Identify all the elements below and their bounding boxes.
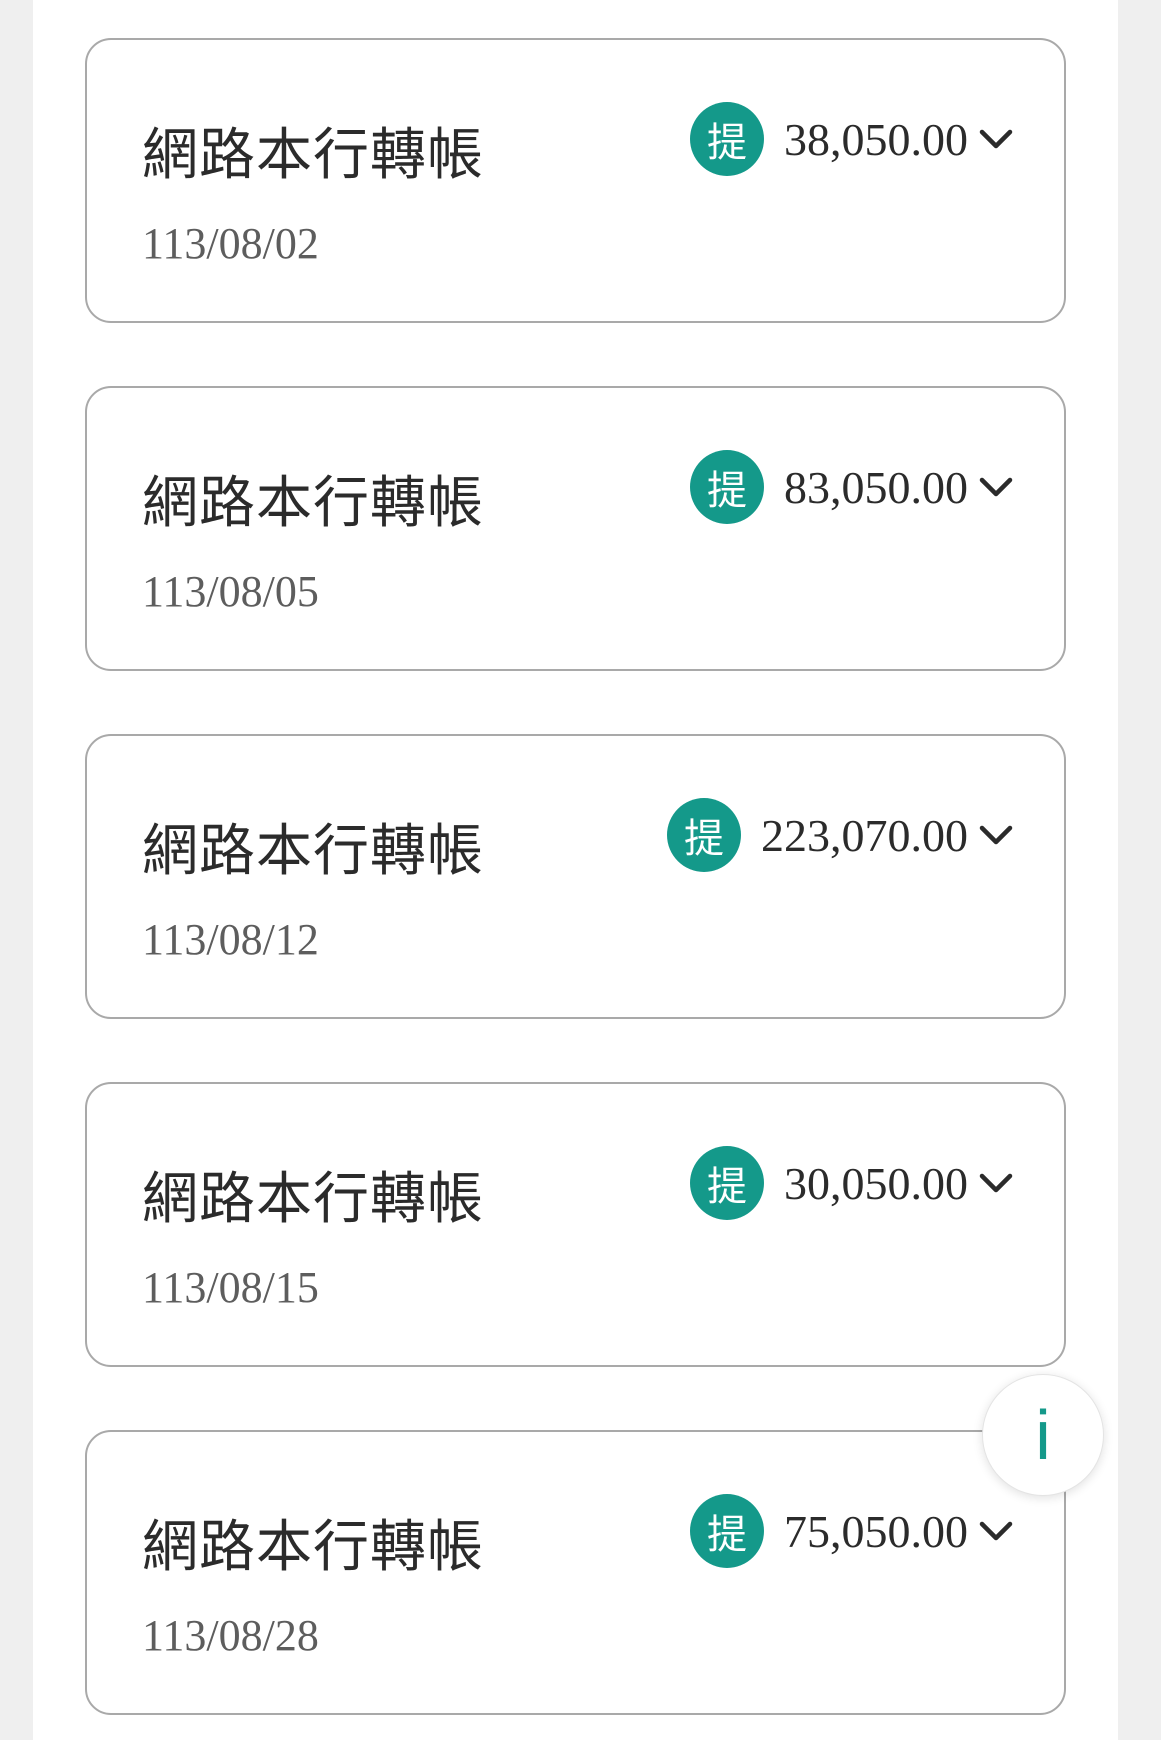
chevron-down-icon[interactable] bbox=[976, 1163, 1016, 1203]
transaction-card[interactable]: 網路本行轉帳 113/08/15 提 30,050.00 bbox=[85, 1082, 1066, 1367]
transaction-amount: 30,050.00 bbox=[784, 1157, 968, 1209]
withdrawal-badge: 提 bbox=[690, 102, 764, 176]
transaction-date: 113/08/28 bbox=[142, 1611, 319, 1660]
info-icon: i bbox=[1035, 1396, 1051, 1474]
transaction-amount-group: 提 75,050.00 bbox=[690, 1494, 1016, 1568]
transaction-card[interactable]: 網路本行轉帳 113/08/05 提 83,050.00 bbox=[85, 386, 1066, 671]
transaction-amount: 75,050.00 bbox=[784, 1505, 968, 1557]
transaction-title: 網路本行轉帳 bbox=[142, 1515, 484, 1580]
withdrawal-badge: 提 bbox=[690, 1146, 764, 1220]
chevron-down-icon[interactable] bbox=[976, 119, 1016, 159]
info-button[interactable]: i bbox=[982, 1374, 1104, 1496]
transaction-card[interactable]: 網路本行轉帳 113/08/28 提 75,050.00 bbox=[85, 1430, 1066, 1715]
transaction-amount-group: 提 38,050.00 bbox=[690, 102, 1016, 176]
transaction-list: 網路本行轉帳 113/08/02 提 38,050.00 網路本行轉帳 113/… bbox=[33, 0, 1118, 1740]
transaction-title: 網路本行轉帳 bbox=[142, 123, 484, 188]
transaction-card[interactable]: 網路本行轉帳 113/08/02 提 38,050.00 bbox=[85, 38, 1066, 323]
withdrawal-badge: 提 bbox=[690, 1494, 764, 1568]
transaction-card[interactable]: 網路本行轉帳 113/08/12 提 223,070.00 bbox=[85, 734, 1066, 1019]
transaction-title: 網路本行轉帳 bbox=[142, 819, 484, 884]
chevron-down-icon[interactable] bbox=[976, 467, 1016, 507]
transaction-amount: 38,050.00 bbox=[784, 113, 968, 165]
transaction-amount-group: 提 223,070.00 bbox=[667, 798, 1016, 872]
transaction-title: 網路本行轉帳 bbox=[142, 1167, 484, 1232]
transaction-amount-group: 提 83,050.00 bbox=[690, 450, 1016, 524]
transaction-title: 網路本行轉帳 bbox=[142, 471, 484, 536]
chevron-down-icon[interactable] bbox=[976, 815, 1016, 855]
transaction-date: 113/08/12 bbox=[142, 915, 319, 964]
transaction-amount-group: 提 30,050.00 bbox=[690, 1146, 1016, 1220]
transaction-amount: 223,070.00 bbox=[761, 809, 968, 861]
withdrawal-badge: 提 bbox=[690, 450, 764, 524]
transaction-amount: 83,050.00 bbox=[784, 461, 968, 513]
withdrawal-badge: 提 bbox=[667, 798, 741, 872]
transaction-date: 113/08/05 bbox=[142, 567, 319, 616]
transaction-date: 113/08/02 bbox=[142, 219, 319, 268]
transaction-date: 113/08/15 bbox=[142, 1263, 319, 1312]
chevron-down-icon[interactable] bbox=[976, 1511, 1016, 1551]
